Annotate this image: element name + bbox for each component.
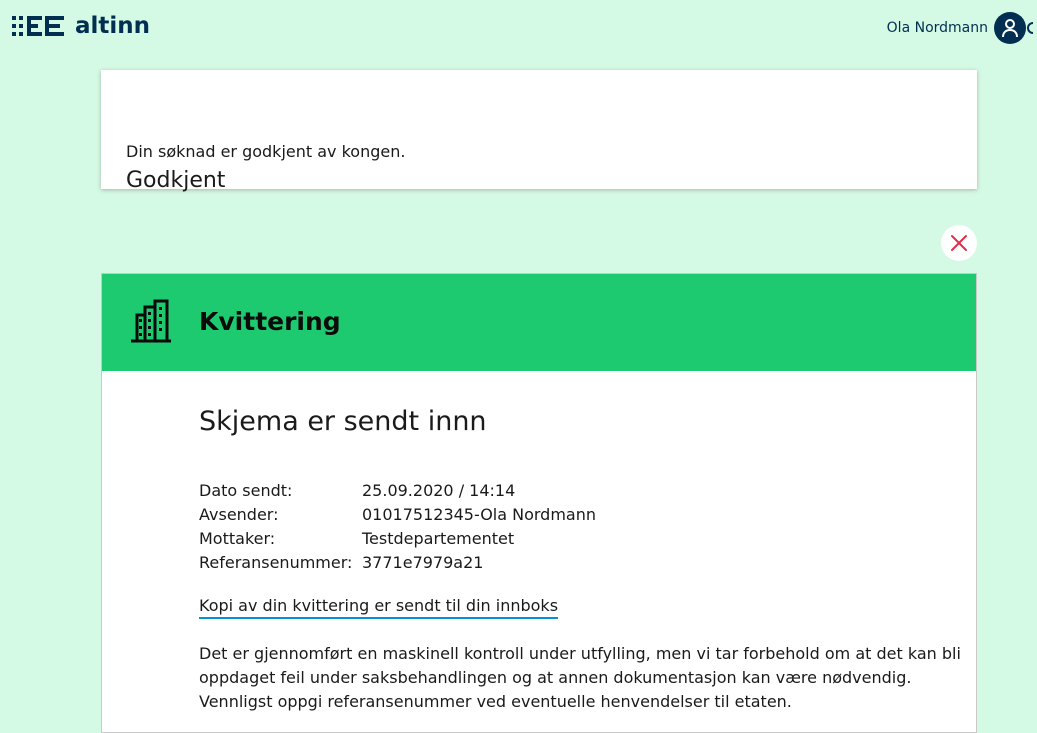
receipt-header: Kvittering: [102, 274, 976, 371]
disclaimer-text: Det er gjennomført en maskinell kontroll…: [199, 642, 961, 714]
approval-message: Din søknad er godkjent av kongen.: [126, 142, 406, 161]
detail-value: 3771e7979a21: [362, 553, 484, 572]
altinn-logo-mark-icon: [12, 16, 64, 36]
receipt-details: Dato sendt: 25.09.2020 / 14:14 Avsender:…: [199, 479, 596, 575]
detail-row-sender: Avsender: 01017512345-Ola Nordmann: [199, 503, 596, 527]
detail-label: Avsender:: [199, 505, 279, 524]
detail-row-reference: Referansenummer: 3771e7979a21: [199, 551, 596, 575]
top-bar: altinn Ola Nordmann: [0, 0, 1037, 56]
disclaimer-line: oppdaget feil under saksbehandlingen og …: [199, 668, 912, 687]
approval-title: Godkjent: [126, 168, 226, 193]
detail-row-recipient: Mottaker: Testdepartementet: [199, 527, 596, 551]
close-button[interactable]: [941, 225, 977, 261]
receipt-heading: Kvittering: [199, 307, 341, 336]
detail-label: Dato sendt:: [199, 481, 293, 500]
inbox-copy-link[interactable]: Kopi av din kvittering er sendt til din …: [199, 596, 559, 619]
detail-row-date: Dato sendt: 25.09.2020 / 14:14: [199, 479, 596, 503]
user-menu[interactable]: Ola Nordmann: [887, 11, 1033, 45]
detail-value: Testdepartementet: [362, 529, 515, 548]
detail-value: 01017512345-Ola Nordmann: [362, 505, 597, 524]
submission-title: Skjema er sendt innn: [199, 406, 487, 437]
logo-text: altinn: [75, 13, 151, 39]
receipt-panel: Kvittering Skjema er sendt innn Dato sen…: [101, 273, 977, 733]
person-icon[interactable]: [994, 12, 1026, 44]
close-icon: [951, 235, 967, 251]
disclaimer-line: Det er gjennomført en maskinell kontroll…: [199, 644, 961, 663]
chevron-down-icon[interactable]: [1027, 12, 1033, 44]
altinn-logo[interactable]: altinn: [12, 12, 150, 40]
detail-value: 25.09.2020 / 14:14: [362, 481, 516, 500]
detail-label: Referansenummer:: [199, 553, 353, 572]
building-icon: [131, 299, 171, 343]
detail-label: Mottaker:: [199, 529, 276, 548]
disclaimer-line: Vennligst oppgi referansenummer ved even…: [199, 692, 792, 711]
approval-card: Godkjent Din søknad er godkjent av konge…: [101, 70, 977, 193]
user-name: Ola Nordmann: [886, 20, 988, 36]
